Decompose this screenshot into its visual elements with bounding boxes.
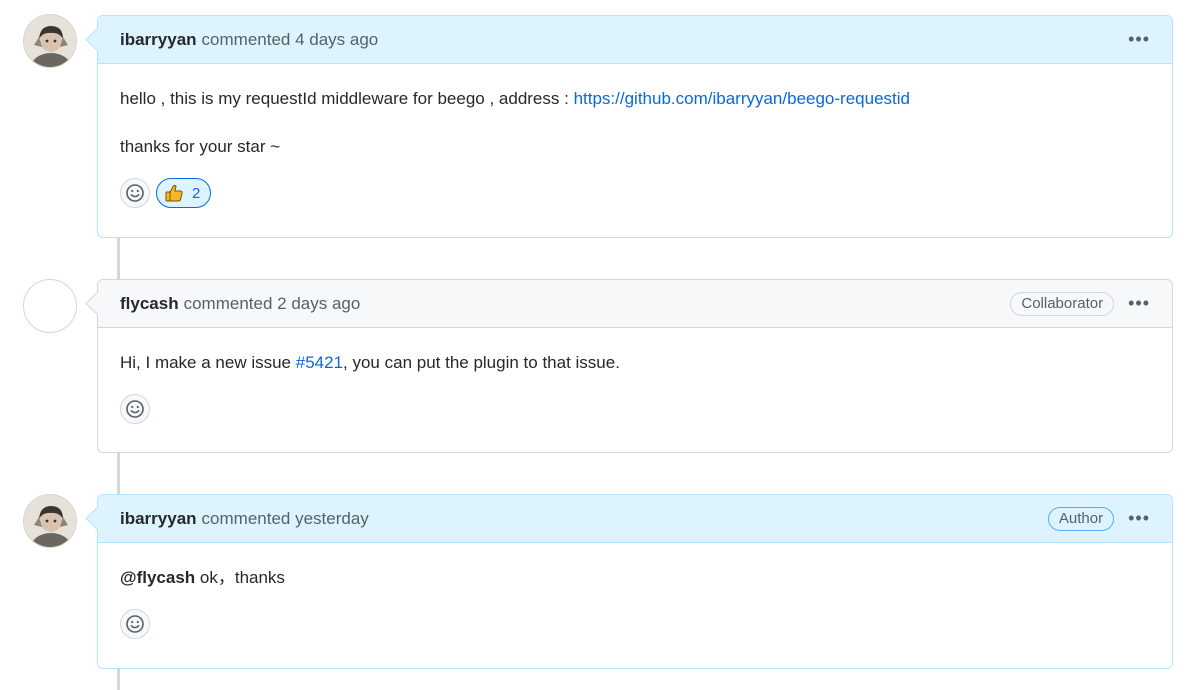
comment-card: flycash commented 2 days ago Collaborato… [85, 279, 1173, 453]
comment-timestamp[interactable]: commented 2 days ago [184, 294, 361, 314]
comment-body: hello , this is my requestId middleware … [98, 64, 1172, 228]
comment-header: ibarryyan commented 4 days ago ••• [85, 16, 1172, 64]
comment-arrow [85, 27, 110, 52]
avatar-flycash[interactable] [23, 279, 77, 333]
comment-timestamp[interactable]: commented 4 days ago [202, 30, 379, 50]
smiley-icon [126, 400, 144, 418]
issue-link[interactable]: #5421 [296, 353, 343, 372]
author-link[interactable]: ibarryyan [120, 30, 197, 50]
more-options-icon[interactable]: ••• [1128, 293, 1150, 314]
comment-header: flycash commented 2 days ago Collaborato… [85, 280, 1172, 328]
avatar-ibarryyan[interactable] [23, 494, 77, 548]
comment-text: ok，thanks [195, 568, 285, 587]
timeline-connector [117, 452, 120, 495]
author-link[interactable]: ibarryyan [120, 509, 197, 529]
timeline-connector [117, 237, 120, 280]
comment-header: ibarryyan commented yesterday Author ••• [85, 495, 1172, 543]
thumbs-up-icon [165, 184, 183, 202]
more-options-icon[interactable]: ••• [1128, 508, 1150, 529]
comment-arrow [85, 506, 110, 531]
avatar-ibarryyan[interactable] [23, 14, 77, 68]
reactions-bar: 2 [120, 178, 1150, 208]
comment-paragraph: Hi, I make a new issue #5421, you can pu… [120, 350, 1150, 376]
comment-timestamp[interactable]: commented yesterday [202, 509, 369, 529]
comment-text: Hi, I make a new issue [120, 353, 296, 372]
comment-arrow [85, 291, 110, 316]
comment-paragraph: @flycash ok，thanks [120, 565, 1150, 591]
author-badge: Author [1047, 506, 1115, 531]
author-link[interactable]: flycash [120, 294, 179, 314]
reactions-bar [120, 394, 1150, 424]
comment-paragraph: hello , this is my requestId middleware … [120, 86, 1150, 112]
add-reaction-button[interactable] [120, 178, 150, 208]
more-options-icon[interactable]: ••• [1128, 29, 1150, 50]
add-reaction-button[interactable] [120, 394, 150, 424]
timeline-connector [117, 668, 120, 690]
reactions-bar [120, 609, 1150, 639]
smiley-icon [126, 615, 144, 633]
collaborator-badge: Collaborator [1010, 291, 1115, 316]
comment-text: , you can put the plugin to that issue. [343, 353, 620, 372]
comment-text: hello , this is my requestId middleware … [120, 89, 574, 108]
comment-paragraph: thanks for your star ~ [120, 137, 281, 156]
add-reaction-button[interactable] [120, 609, 150, 639]
comment-card: ibarryyan commented 4 days ago ••• hello… [85, 15, 1173, 238]
thumbs-up-reaction-button[interactable]: 2 [156, 178, 212, 208]
repo-link[interactable]: https://github.com/ibarryyan/beego-reque… [574, 89, 910, 108]
comment-body: Hi, I make a new issue #5421, you can pu… [98, 328, 1172, 444]
smiley-icon [126, 184, 144, 202]
reaction-count: 2 [192, 184, 201, 202]
comment-card: ibarryyan commented yesterday Author •••… [85, 494, 1173, 669]
user-mention-link[interactable]: @flycash [120, 568, 195, 587]
comment-body: @flycash ok，thanks [98, 543, 1172, 659]
